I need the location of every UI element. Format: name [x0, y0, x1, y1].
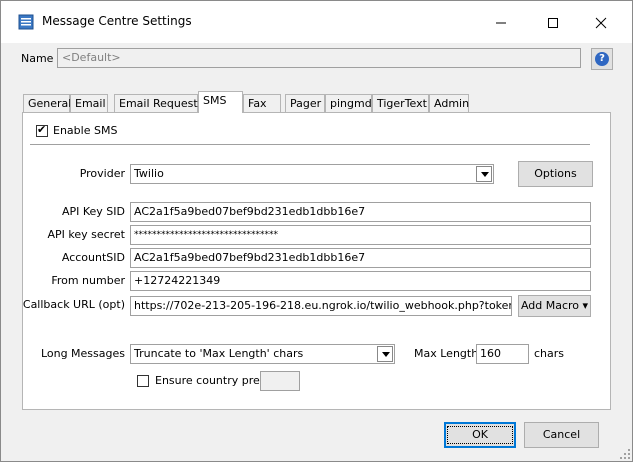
ensure-prefix-checkbox[interactable] [137, 375, 149, 387]
maximize-button[interactable] [531, 5, 575, 39]
callback-url-label: Callback URL (opt) [22, 298, 125, 311]
country-prefix-field[interactable] [260, 371, 300, 391]
title-bar[interactable]: Message Centre Settings [1, 1, 632, 43]
app-icon [18, 14, 34, 30]
long-messages-label: Long Messages [40, 347, 125, 360]
window-title: Message Centre Settings [42, 14, 192, 28]
maximize-icon [548, 17, 558, 28]
tab-admin[interactable]: Admin [429, 94, 469, 112]
name-field[interactable]: <Default> [57, 48, 581, 68]
help-button[interactable]: ? [591, 48, 613, 70]
divider [30, 144, 590, 145]
from-number-label: From number [51, 274, 125, 287]
help-icon: ? [595, 52, 609, 66]
long-messages-select[interactable]: Truncate to 'Max Length' chars [130, 344, 395, 364]
ok-label: OK [447, 426, 513, 444]
checkmark-icon: ✔ [37, 123, 47, 136]
minimize-icon [496, 22, 506, 23]
account-sid-label: AccountSID [61, 251, 125, 264]
tab-email[interactable]: Email [70, 94, 108, 112]
max-length-label: Max Length [414, 347, 479, 360]
long-messages-value: Truncate to 'Max Length' chars [134, 347, 304, 360]
resize-grip-icon[interactable] [619, 448, 631, 460]
account-sid-field[interactable]: AC2a1f5a9bed07bef9bd231edb1dbb16e7 [130, 248, 591, 268]
tab-general[interactable]: General [23, 94, 71, 112]
max-length-field[interactable]: 160 [476, 344, 529, 364]
api-key-secret-label: API key secret [47, 228, 125, 241]
enable-sms-label: Enable SMS [53, 124, 118, 137]
add-macro-button[interactable]: Add Macro ▾ [518, 295, 591, 317]
enable-sms-checkbox[interactable]: ✔ [36, 123, 48, 137]
provider-select[interactable]: Twilio [130, 164, 494, 184]
close-icon [595, 17, 607, 28]
tab-pingmd[interactable]: pingmd [325, 94, 372, 112]
api-key-sid-label: API Key SID [61, 205, 125, 218]
from-number-field[interactable]: +12724221349 [130, 271, 591, 291]
settings-window: Message Centre Settings Name <Default> ?… [0, 0, 633, 462]
chevron-down-icon[interactable] [476, 166, 492, 182]
callback-url-field[interactable]: https://702e-213-205-196-218.eu.ngrok.io… [130, 296, 512, 316]
api-key-sid-field[interactable]: AC2a1f5a9bed07bef9bd231edb1dbb16e7 [130, 202, 591, 222]
api-key-secret-field[interactable]: ******************************** [130, 225, 591, 245]
close-button[interactable] [579, 5, 623, 39]
ensure-prefix-label: Ensure country prefix: [155, 374, 277, 387]
tab-pager[interactable]: Pager [285, 94, 325, 112]
ok-button[interactable]: OK [444, 422, 516, 448]
cancel-button[interactable]: Cancel [524, 422, 599, 448]
chars-label: chars [534, 347, 565, 360]
tab-fax[interactable]: Fax [243, 94, 281, 112]
minimize-button[interactable] [479, 5, 523, 39]
tab-email-requests[interactable]: Email Requests [114, 94, 203, 112]
options-button[interactable]: Options [518, 161, 593, 187]
tab-tigertext[interactable]: TigerText [372, 94, 429, 112]
provider-value: Twilio [134, 167, 164, 180]
tab-sms[interactable]: SMS [198, 91, 243, 113]
provider-label: Provider [79, 167, 125, 180]
name-label: Name [21, 52, 54, 65]
chevron-down-icon[interactable] [377, 346, 393, 362]
